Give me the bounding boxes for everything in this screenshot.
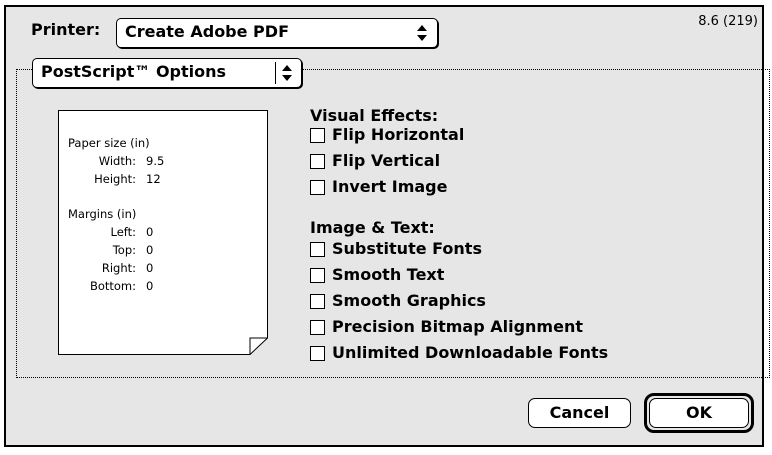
version-label: 8.6 (219)	[698, 14, 758, 29]
checkbox-label: Smooth Graphics	[332, 291, 486, 310]
width-label: Width:	[98, 154, 136, 168]
checkbox-label: Substitute Fonts	[332, 239, 482, 258]
updown-arrows-icon	[411, 22, 433, 44]
checkbox-box[interactable]	[310, 294, 325, 309]
updown-arrows-icon	[275, 62, 298, 84]
checkbox-label: Smooth Text	[332, 265, 445, 284]
printer-label: Printer:	[31, 20, 101, 39]
section-popup[interactable]: PostScript™ Options	[32, 58, 302, 88]
cancel-button[interactable]: Cancel	[528, 398, 631, 428]
right-margin-value: 0	[146, 261, 154, 275]
printer-selected-value: Create Adobe PDF	[125, 22, 289, 41]
ok-button[interactable]: OK	[649, 398, 749, 428]
checkbox-box[interactable]	[310, 128, 325, 143]
checkbox-label: Invert Image	[332, 177, 448, 196]
section-selected-value: PostScript™ Options	[41, 62, 227, 81]
paper-size-heading: Paper size (in)	[68, 136, 150, 150]
paper-preview: Paper size (in) Width: 9.5 Height: 12 Ma…	[58, 110, 268, 355]
visual-effects-title: Visual Effects:	[310, 106, 439, 125]
bottom-margin-value: 0	[146, 279, 154, 293]
top-margin-value: 0	[146, 243, 154, 257]
left-margin-label: Left:	[110, 225, 136, 239]
checkbox-box[interactable]	[310, 320, 325, 335]
bottom-margin-label: Bottom:	[89, 279, 136, 293]
checkbox-box[interactable]	[310, 242, 325, 257]
width-value: 9.5	[146, 154, 165, 168]
height-value: 12	[146, 172, 161, 186]
checkbox-label: Flip Vertical	[332, 151, 441, 170]
checkbox-box[interactable]	[310, 154, 325, 169]
checkbox-label: Precision Bitmap Alignment	[332, 317, 583, 336]
checkbox-box[interactable]	[310, 180, 325, 195]
top-margin-label: Top:	[112, 243, 136, 257]
image-text-title: Image & Text:	[310, 218, 435, 237]
checkbox-box[interactable]	[310, 346, 325, 361]
margins-heading: Margins (in)	[68, 207, 137, 221]
checkbox-label: Unlimited Downloadable Fonts	[332, 343, 609, 362]
height-label: Height:	[94, 172, 136, 186]
checkbox-label: Flip Horizontal	[332, 125, 465, 144]
left-margin-value: 0	[146, 225, 154, 239]
checkbox-box[interactable]	[310, 268, 325, 283]
printer-popup[interactable]: Create Adobe PDF	[116, 18, 438, 48]
right-margin-label: Right:	[101, 261, 136, 275]
